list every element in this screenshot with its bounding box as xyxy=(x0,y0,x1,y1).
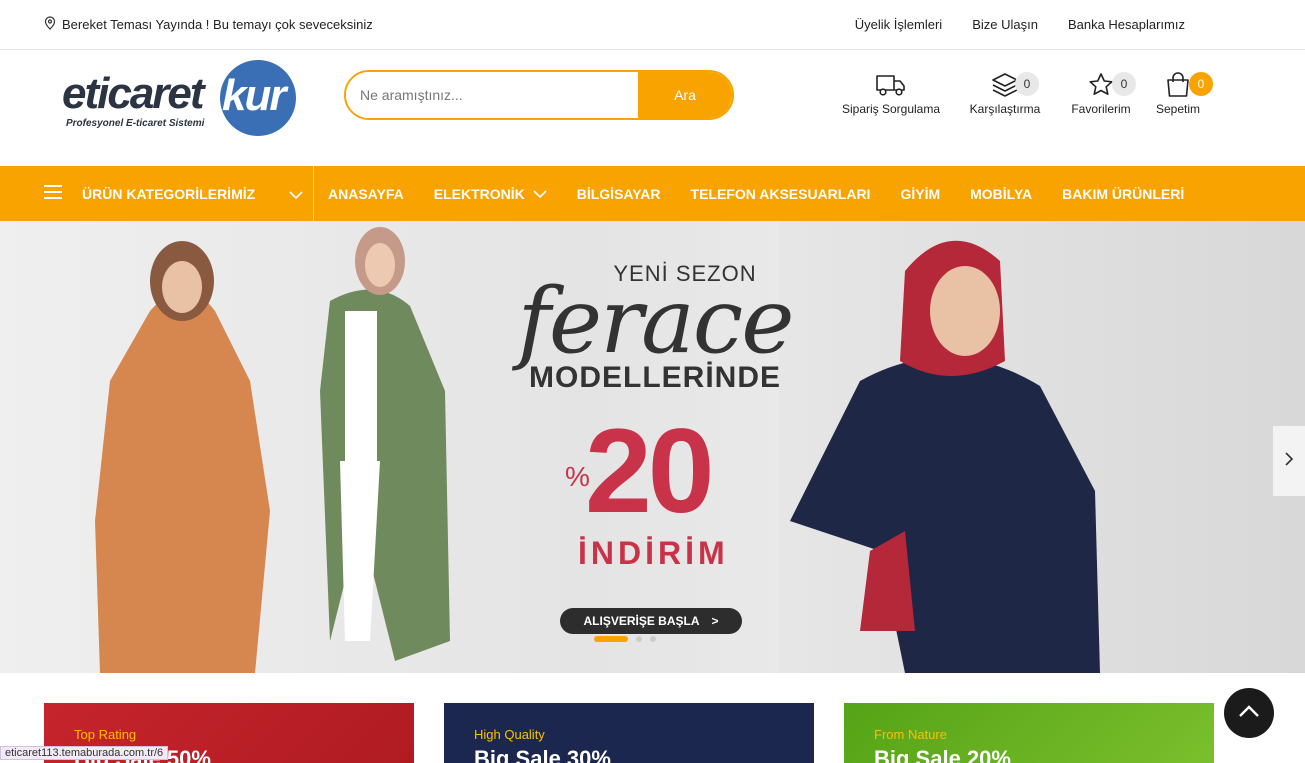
bag-icon: 0 xyxy=(1165,68,1213,102)
hero-discount: 20 xyxy=(585,404,714,538)
search-box: Ara xyxy=(344,70,734,120)
search-button[interactable]: Ara xyxy=(638,72,732,118)
link-contact[interactable]: Bize Ulaşın xyxy=(972,17,1038,32)
star-icon: 0 xyxy=(1088,68,1136,102)
order-tracking-button[interactable]: Sipariş Sorgulama xyxy=(835,68,947,116)
logo-main-text: eticaret xyxy=(62,69,207,118)
compare-label: Karşılaştırma xyxy=(969,102,1041,116)
categories-label: ÜRÜN KATEGORİLERİMİZ xyxy=(82,185,256,202)
start-shopping-button[interactable]: ALIŞVERİŞE BAŞLA > xyxy=(560,608,742,634)
banner-tag: High Quality xyxy=(474,727,545,742)
layers-icon: 0 xyxy=(991,68,1039,102)
truck-icon xyxy=(875,68,907,102)
promo-banner-3[interactable]: From Nature Big Sale 20% xyxy=(844,703,1214,763)
site-logo[interactable]: eticaret kur Profesyonel E-ticaret Siste… xyxy=(62,60,302,140)
nav-electronics[interactable]: ELEKTRONİK xyxy=(434,186,547,202)
chevron-down-icon xyxy=(289,186,303,202)
nav-computer[interactable]: BİLGİSAYAR xyxy=(577,186,661,202)
main-navigation: ÜRÜN KATEGORİLERİMİZ ANASAYFA ELEKTRONİK… xyxy=(0,166,1305,221)
nav-electronics-label: ELEKTRONİK xyxy=(433,185,525,202)
slider-dot-2[interactable] xyxy=(636,636,642,642)
announcement-text: Bereket Teması Yayında ! Bu temayı çok s… xyxy=(62,17,373,32)
cart-button[interactable]: 0 Sepetim xyxy=(1139,68,1217,116)
slider-next-button[interactable] xyxy=(1273,426,1305,496)
chevron-right-icon xyxy=(1284,451,1294,472)
link-membership[interactable]: Üyelik İşlemleri xyxy=(855,17,942,32)
categories-menu[interactable]: ÜRÜN KATEGORİLERİMİZ xyxy=(0,166,314,221)
logo-subtitle: Profesyonel E-ticaret Sistemi xyxy=(66,118,205,129)
compare-count-badge: 0 xyxy=(1015,72,1039,96)
promo-banners: Top Rating Big Sale 50% High Quality Big… xyxy=(44,703,1214,763)
cart-count-badge: 0 xyxy=(1189,72,1213,96)
nav-home[interactable]: ANASAYFA xyxy=(328,186,404,202)
compare-button[interactable]: 0 Karşılaştırma xyxy=(947,68,1063,116)
favorites-button[interactable]: 0 Favorilerim xyxy=(1063,68,1139,116)
logo-accent-text: kur xyxy=(222,71,289,120)
link-bank-accounts[interactable]: Banka Hesaplarımız xyxy=(1068,17,1185,32)
hamburger-icon xyxy=(44,185,62,202)
favorites-label: Favorilerim xyxy=(1071,102,1131,116)
hero-discount-label: İNDİRİM xyxy=(578,535,729,571)
slider-dot-1[interactable] xyxy=(594,636,628,642)
chevron-up-icon xyxy=(1238,704,1260,723)
cart-label: Sepetim xyxy=(1155,102,1201,116)
nav-phone-accessories[interactable]: TELEFON AKSESUARLARI xyxy=(691,186,871,202)
order-tracking-label: Sipariş Sorgulama xyxy=(841,102,941,116)
chevron-down-icon xyxy=(533,189,547,198)
location-pin-icon xyxy=(44,16,56,33)
status-bar-url: eticaret113.temaburada.com.tr/6 xyxy=(0,746,169,760)
promo-banner-2[interactable]: High Quality Big Sale 30% xyxy=(444,703,814,763)
favorites-count-badge: 0 xyxy=(1112,72,1136,96)
nav-clothing[interactable]: GİYİM xyxy=(900,186,940,202)
header: eticaret kur Profesyonel E-ticaret Siste… xyxy=(0,50,1305,166)
nav-care-products[interactable]: BAKIM ÜRÜNLERİ xyxy=(1062,186,1184,202)
top-bar: Bereket Teması Yayında ! Bu temayı çok s… xyxy=(0,0,1305,50)
announcement: Bereket Teması Yayında ! Bu temayı çok s… xyxy=(44,16,373,33)
hero-line2: ferace xyxy=(517,269,795,374)
nav-furniture[interactable]: MOBİLYA xyxy=(970,186,1032,202)
slider-dot-3[interactable] xyxy=(650,636,656,642)
banner-title: Big Sale 30% xyxy=(474,746,611,763)
banner-title: Big Sale 20% xyxy=(874,746,1011,763)
banner-tag: Top Rating xyxy=(74,727,137,742)
hero-text-block: YENİ SEZON ferace MODELLERİNDE xyxy=(470,261,840,395)
banner-tag: From Nature xyxy=(874,727,947,742)
cta-arrow: > xyxy=(711,614,719,628)
cta-label: ALIŞVERİŞE BAŞLA xyxy=(583,614,700,628)
hero-slider: YENİ SEZON ferace MODELLERİNDE % 20 İNDİ… xyxy=(0,221,1305,673)
scroll-to-top-button[interactable] xyxy=(1224,688,1274,738)
search-input[interactable] xyxy=(346,72,638,118)
slider-dots xyxy=(594,636,656,642)
